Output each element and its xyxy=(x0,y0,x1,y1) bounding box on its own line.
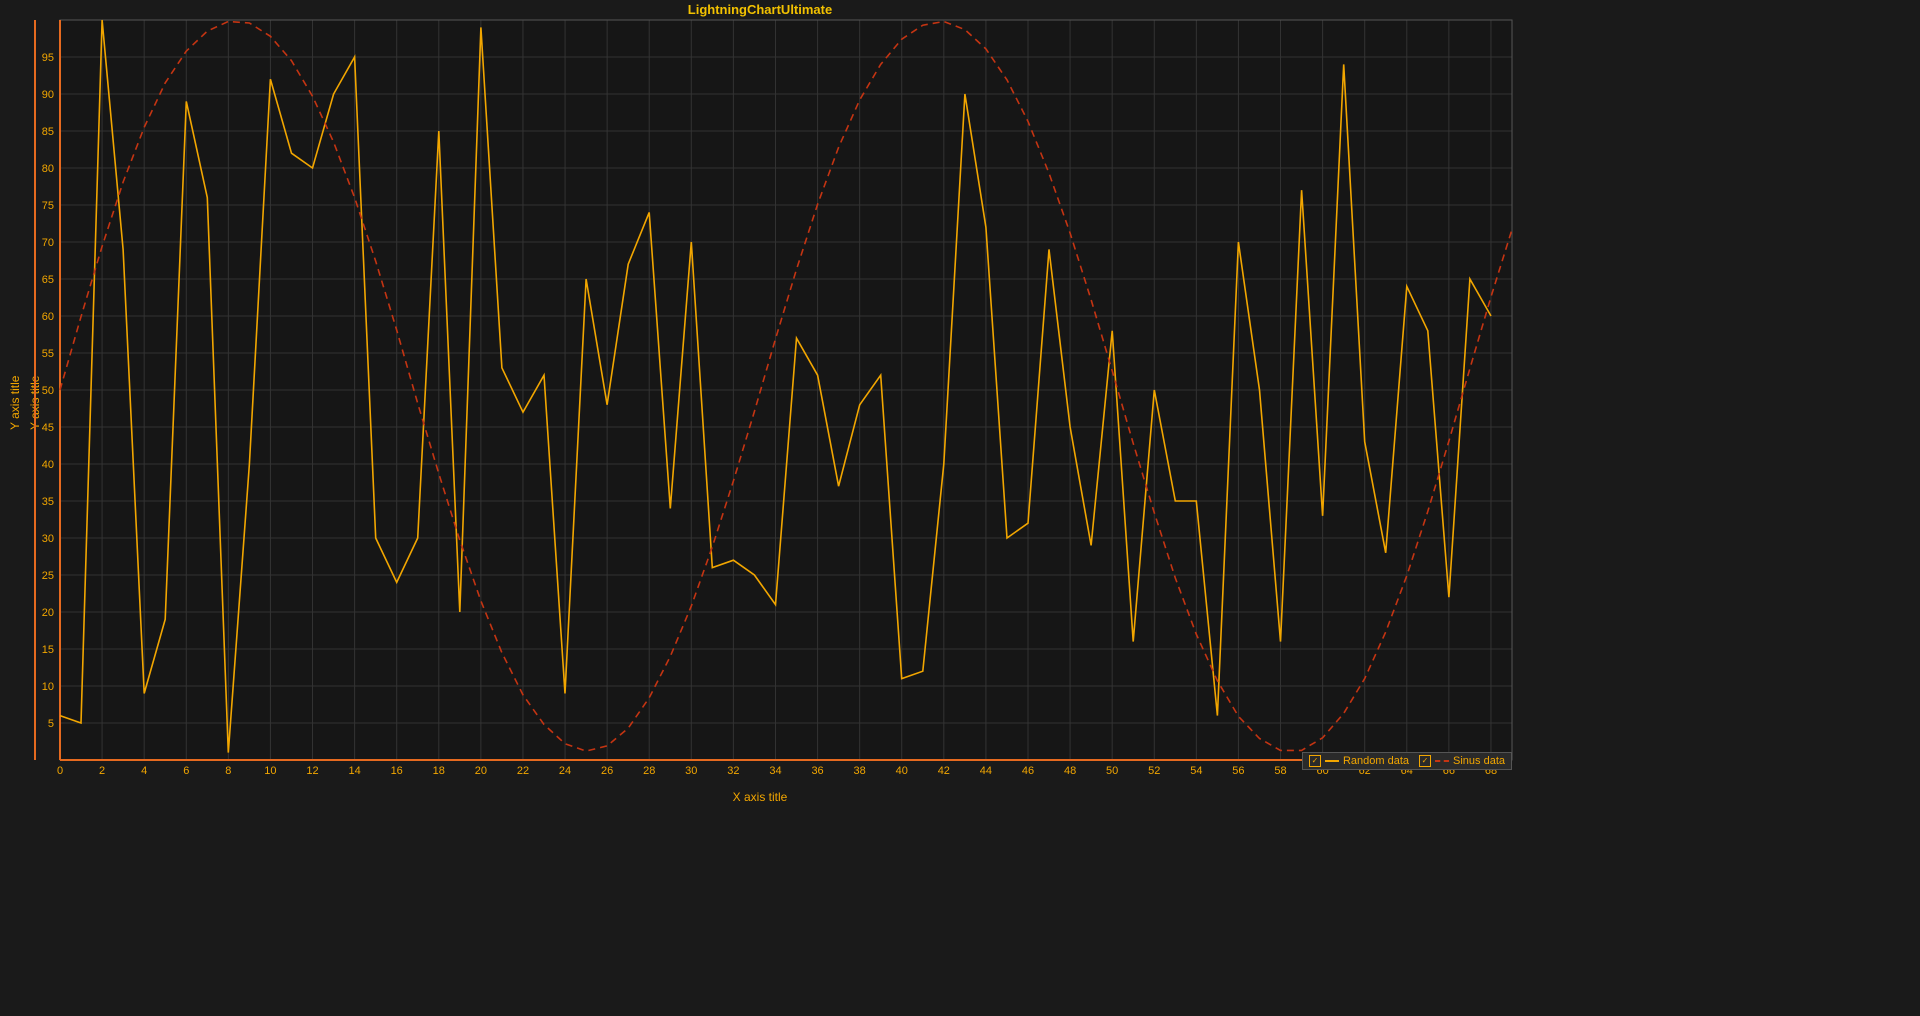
y-tick-label: 85 xyxy=(42,126,54,138)
x-tick-label: 6 xyxy=(183,765,189,777)
y-tick-label: 10 xyxy=(42,681,54,693)
chart-plot[interactable]: 0246810121416182022242628303234363840424… xyxy=(0,0,1520,806)
legend-swatch-solid xyxy=(1325,760,1339,762)
legend: ✓ Random data ✓ Sinus data xyxy=(1302,752,1512,770)
x-tick-label: 20 xyxy=(475,765,487,777)
y-tick-label: 90 xyxy=(42,89,54,101)
x-tick-label: 36 xyxy=(811,765,823,777)
x-tick-label: 58 xyxy=(1274,765,1286,777)
x-tick-label: 0 xyxy=(57,765,63,777)
checkbox-icon[interactable]: ✓ xyxy=(1419,755,1431,767)
checkbox-icon[interactable]: ✓ xyxy=(1309,755,1321,767)
y-tick-label: 80 xyxy=(42,163,54,175)
x-tick-label: 8 xyxy=(225,765,231,777)
x-tick-label: 52 xyxy=(1148,765,1160,777)
x-tick-label: 26 xyxy=(601,765,613,777)
y-tick-label: 5 xyxy=(48,718,54,730)
x-tick-label: 30 xyxy=(685,765,697,777)
y-tick-label: 35 xyxy=(42,496,54,508)
legend-label: Sinus data xyxy=(1453,755,1505,767)
x-tick-label: 34 xyxy=(769,765,781,777)
x-tick-label: 16 xyxy=(391,765,403,777)
y-tick-label: 60 xyxy=(42,311,54,323)
legend-label: Random data xyxy=(1343,755,1409,767)
y-tick-label: 30 xyxy=(42,533,54,545)
y-tick-label: 25 xyxy=(42,570,54,582)
y-tick-label: 70 xyxy=(42,237,54,249)
x-tick-label: 48 xyxy=(1064,765,1076,777)
legend-item-random[interactable]: ✓ Random data xyxy=(1309,755,1409,767)
x-tick-label: 4 xyxy=(141,765,147,777)
x-tick-label: 44 xyxy=(980,765,992,777)
x-tick-label: 18 xyxy=(433,765,445,777)
x-tick-label: 54 xyxy=(1190,765,1202,777)
y-tick-label: 20 xyxy=(42,607,54,619)
x-tick-label: 42 xyxy=(938,765,950,777)
x-tick-label: 28 xyxy=(643,765,655,777)
chart-container: LightningChartUltimate Y axis title Y ax… xyxy=(0,0,1520,806)
y-tick-label: 50 xyxy=(42,385,54,397)
x-tick-label: 56 xyxy=(1232,765,1244,777)
x-tick-label: 14 xyxy=(348,765,360,777)
x-tick-label: 12 xyxy=(306,765,318,777)
x-tick-label: 32 xyxy=(727,765,739,777)
x-tick-label: 38 xyxy=(854,765,866,777)
x-tick-label: 50 xyxy=(1106,765,1118,777)
legend-swatch-dash xyxy=(1435,760,1449,762)
x-tick-label: 24 xyxy=(559,765,571,777)
y-tick-label: 15 xyxy=(42,644,54,656)
y-tick-label: 55 xyxy=(42,348,54,360)
y-tick-label: 75 xyxy=(42,200,54,212)
x-tick-label: 10 xyxy=(264,765,276,777)
x-tick-label: 2 xyxy=(99,765,105,777)
y-tick-label: 45 xyxy=(42,422,54,434)
x-tick-label: 22 xyxy=(517,765,529,777)
y-tick-label: 40 xyxy=(42,459,54,471)
y-tick-label: 95 xyxy=(42,52,54,64)
x-tick-label: 46 xyxy=(1022,765,1034,777)
x-tick-label: 40 xyxy=(896,765,908,777)
legend-item-sinus[interactable]: ✓ Sinus data xyxy=(1419,755,1505,767)
y-tick-label: 65 xyxy=(42,274,54,286)
